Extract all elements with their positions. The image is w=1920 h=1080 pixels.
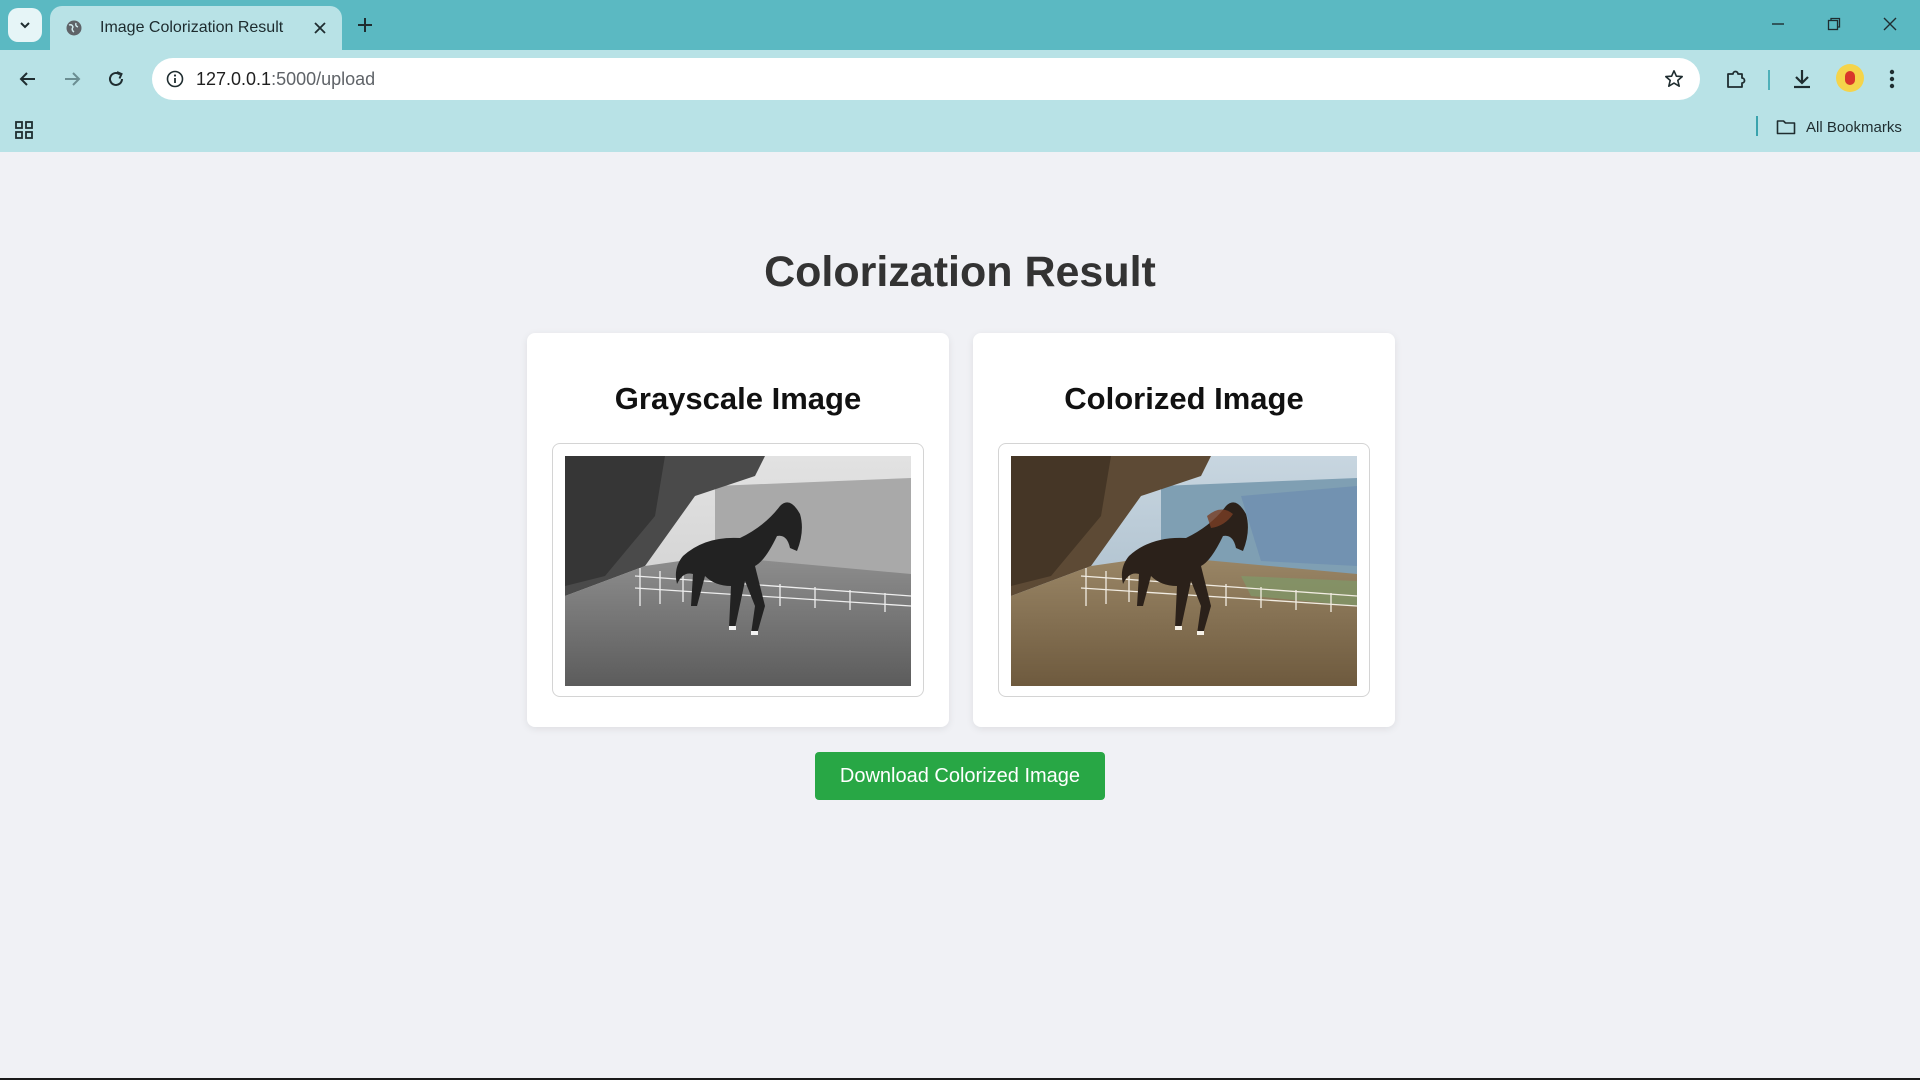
close-window-button[interactable]	[1870, 8, 1910, 40]
info-icon	[166, 70, 184, 88]
star-icon	[1665, 70, 1683, 87]
toolbar-divider	[1768, 70, 1770, 90]
grayscale-card-title: Grayscale Image	[614, 381, 862, 416]
colorized-image-frame	[998, 443, 1370, 697]
page-content: Colorization Result Grayscale Image Colo…	[0, 152, 1920, 1078]
url-host: 127.0.0.1	[196, 69, 272, 89]
restore-icon	[1827, 17, 1841, 31]
tab-strip: Image Colorization Result	[0, 0, 1920, 50]
kebab-menu-icon	[1889, 69, 1895, 89]
bookmarks-bar: All Bookmarks	[0, 108, 1920, 152]
all-bookmarks-label: All Bookmarks	[1806, 118, 1902, 136]
all-bookmarks-button[interactable]: All Bookmarks	[1776, 114, 1902, 140]
globe-icon	[64, 18, 84, 38]
tab-search-button[interactable]	[8, 8, 42, 42]
avatar-mark	[1845, 71, 1855, 85]
grayscale-image	[565, 456, 911, 686]
bookmarks-divider	[1756, 116, 1758, 136]
reload-button[interactable]	[100, 63, 132, 95]
url-text: 127.0.0.1:5000/upload	[196, 69, 375, 90]
puzzle-icon	[1727, 70, 1746, 88]
downloads-button[interactable]	[1786, 63, 1818, 95]
colorized-card-title: Colorized Image	[1064, 381, 1304, 416]
minimize-icon	[1772, 23, 1784, 25]
grayscale-card: Grayscale Image	[527, 333, 949, 727]
reload-icon	[109, 71, 123, 86]
arrow-right-icon	[65, 72, 81, 86]
url-path: :5000/upload	[271, 69, 376, 89]
plus-icon	[358, 18, 372, 32]
grayscale-image-frame	[552, 443, 924, 697]
restore-button[interactable]	[1814, 8, 1854, 40]
site-info-button[interactable]	[162, 66, 188, 92]
close-icon	[1883, 17, 1897, 31]
back-button[interactable]	[12, 63, 44, 95]
active-tab[interactable]: Image Colorization Result	[50, 6, 342, 50]
extensions-button[interactable]	[1720, 63, 1752, 95]
profile-avatar[interactable]	[1836, 64, 1864, 92]
download-icon	[1794, 70, 1810, 89]
page-title: Colorization Result	[764, 248, 1156, 296]
tab-title: Image Colorization Result	[100, 19, 284, 36]
new-tab-button[interactable]	[352, 12, 378, 38]
folder-icon	[1776, 120, 1796, 135]
download-colorized-button[interactable]: Download Colorized Image	[815, 752, 1105, 800]
browser-menu-button[interactable]	[1876, 63, 1908, 95]
forward-button[interactable]	[56, 63, 88, 95]
apps-button[interactable]	[12, 118, 36, 142]
tab-close-button[interactable]	[310, 18, 330, 38]
minimize-button[interactable]	[1758, 8, 1798, 40]
chevron-down-icon	[20, 22, 30, 29]
apps-grid-icon	[15, 121, 33, 139]
colorized-card: Colorized Image	[973, 333, 1395, 727]
colorized-image	[1011, 456, 1357, 686]
arrow-left-icon	[19, 72, 35, 86]
bookmark-star-button[interactable]	[1662, 67, 1686, 91]
browser-toolbar: 127.0.0.1:5000/upload	[0, 50, 1920, 108]
close-icon	[314, 22, 326, 34]
address-bar[interactable]: 127.0.0.1:5000/upload	[152, 58, 1700, 100]
